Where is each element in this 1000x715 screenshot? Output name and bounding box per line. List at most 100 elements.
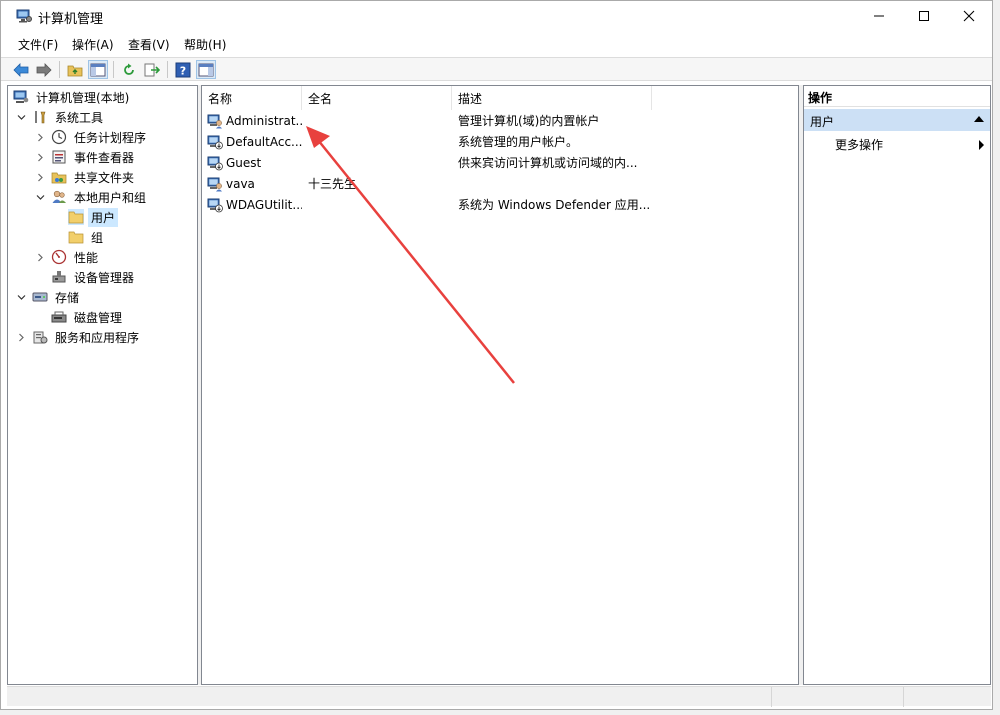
- folder-up-icon: [67, 65, 83, 76]
- chevron-down-icon[interactable]: [15, 291, 27, 303]
- toolbar: ?: [1, 57, 992, 81]
- menu-help[interactable]: 帮助(H): [184, 36, 226, 53]
- table-row[interactable]: Guest 供来宾访问计算机或访问域的内...: [202, 152, 798, 173]
- show-hide-action-pane-button[interactable]: [196, 60, 216, 79]
- show-hide-console-tree-button[interactable]: [88, 60, 108, 79]
- up-level-button[interactable]: [65, 60, 85, 79]
- tree-item-services-apps[interactable]: 服务和应用程序: [15, 327, 142, 347]
- pane-area: 计算机管理(本地) 系统工具 任务计划程序 事件查看器 共享文件夹 本地用户和组: [7, 85, 991, 685]
- column-header-fullname[interactable]: 全名: [302, 86, 452, 110]
- user-fullname: 十三先生: [308, 177, 357, 191]
- help-icon: ?: [175, 62, 191, 77]
- computer-management-icon: [13, 89, 29, 105]
- table-row[interactable]: vava 十三先生: [202, 173, 798, 194]
- tree-item-storage[interactable]: 存储: [15, 287, 82, 307]
- device-manager-icon: [51, 269, 67, 285]
- table-row[interactable]: DefaultAcc... 系统管理的用户帐户。: [202, 131, 798, 152]
- chevron-right-icon[interactable]: [34, 131, 46, 143]
- close-button[interactable]: [946, 1, 992, 31]
- storage-icon: [32, 289, 48, 305]
- user-description: 系统为 Windows Defender 应用...: [458, 198, 651, 212]
- maximize-button[interactable]: [901, 1, 947, 31]
- status-segment: [771, 687, 901, 707]
- back-button[interactable]: [11, 60, 31, 79]
- user-list-view: 名称 全名 描述 Administrat... 管理计算机(域)的内置帐户 De…: [201, 85, 799, 685]
- tree-label: 本地用户和组: [74, 190, 147, 205]
- maximize-icon: [919, 11, 929, 21]
- tree-label: 服务和应用程序: [55, 330, 140, 345]
- tree-label: 共享文件夹: [74, 170, 135, 185]
- tree-item-root[interactable]: 计算机管理(本地): [13, 87, 132, 107]
- user-name: DefaultAcc...: [226, 134, 302, 149]
- tree-label: 任务计划程序: [74, 130, 147, 145]
- export-list-icon: [144, 63, 160, 76]
- tree-item-system-tools[interactable]: 系统工具: [15, 107, 106, 127]
- computer-management-icon: [16, 9, 32, 23]
- user-description: 供来宾访问计算机或访问域的内...: [458, 156, 638, 170]
- user-fullname: [308, 131, 452, 152]
- refresh-button[interactable]: [119, 60, 139, 79]
- chevron-right-icon[interactable]: [34, 151, 46, 163]
- user-account-disabled-icon: [207, 156, 223, 170]
- user-name: Guest: [226, 155, 262, 170]
- column-header-description[interactable]: 描述: [452, 86, 652, 110]
- user-name: Administrat...: [226, 113, 302, 128]
- user-fullname: [308, 194, 452, 215]
- back-arrow-icon: [13, 62, 29, 77]
- svg-text:?: ?: [180, 64, 186, 77]
- tree-label: 系统工具: [55, 110, 104, 125]
- tree-item-groups[interactable]: 组: [68, 227, 106, 247]
- services-icon: [32, 329, 48, 345]
- collapse-caret-icon[interactable]: [974, 116, 984, 122]
- chevron-right-icon[interactable]: [34, 251, 46, 263]
- tree-item-local-users-groups[interactable]: 本地用户和组: [34, 187, 149, 207]
- chevron-down-icon[interactable]: [34, 191, 46, 203]
- chevron-right-icon[interactable]: [15, 331, 27, 343]
- menu-action[interactable]: 操作(A): [72, 36, 114, 53]
- tree-label: 组: [91, 230, 104, 245]
- tree-item-users[interactable]: 用户: [68, 207, 119, 227]
- tree-item-shared-folders[interactable]: 共享文件夹: [34, 167, 137, 187]
- users-group-icon: [51, 189, 67, 205]
- tree-label: 设备管理器: [74, 270, 135, 285]
- clock-icon: [51, 129, 67, 145]
- menu-view[interactable]: 查看(V): [128, 36, 170, 53]
- table-row[interactable]: Administrat... 管理计算机(域)的内置帐户: [202, 110, 798, 131]
- action-pane: 操作 用户 更多操作: [803, 85, 991, 685]
- user-account-disabled-icon: [207, 198, 223, 212]
- action-section-users[interactable]: 用户: [804, 109, 990, 131]
- chevron-right-icon[interactable]: [34, 171, 46, 183]
- user-account-icon: [207, 177, 222, 191]
- list-column-header: 名称 全名 描述: [202, 86, 798, 110]
- tree-item-disk-management[interactable]: 磁盘管理: [51, 307, 125, 327]
- console-tree-icon: [90, 63, 106, 76]
- table-row[interactable]: WDAGUtilit... 系统为 Windows Defender 应用...: [202, 194, 798, 215]
- folder-icon: [68, 209, 84, 225]
- column-header-name[interactable]: 名称: [202, 86, 302, 110]
- action-pane-icon: [198, 63, 214, 76]
- user-account-icon: [207, 114, 222, 128]
- close-icon: [963, 10, 975, 22]
- menu-file[interactable]: 文件(F): [18, 36, 58, 53]
- submenu-arrow-icon: [979, 140, 984, 150]
- refresh-icon: [124, 63, 134, 75]
- tree-item-device-manager[interactable]: 设备管理器: [51, 267, 137, 287]
- help-button[interactable]: ?: [173, 60, 193, 79]
- tree-item-task-scheduler[interactable]: 任务计划程序: [34, 127, 149, 147]
- tree-item-event-viewer[interactable]: 事件查看器: [34, 147, 137, 167]
- user-description: [458, 173, 658, 194]
- minimize-button[interactable]: [856, 1, 902, 31]
- user-account-disabled-icon: [207, 135, 223, 149]
- forward-arrow-icon: [36, 62, 52, 77]
- tree-label: 存储: [55, 290, 80, 305]
- shared-folder-icon: [51, 169, 67, 185]
- export-list-button[interactable]: [142, 60, 162, 79]
- tree-item-performance[interactable]: 性能: [34, 247, 101, 267]
- title-bar[interactable]: 计算机管理: [1, 1, 992, 31]
- status-bar: [7, 686, 991, 707]
- forward-button[interactable]: [34, 60, 54, 79]
- chevron-down-icon[interactable]: [15, 111, 27, 123]
- more-actions-item[interactable]: 更多操作: [835, 136, 883, 153]
- tree-label: 事件查看器: [74, 150, 135, 165]
- user-name: WDAGUtilit...: [226, 197, 302, 212]
